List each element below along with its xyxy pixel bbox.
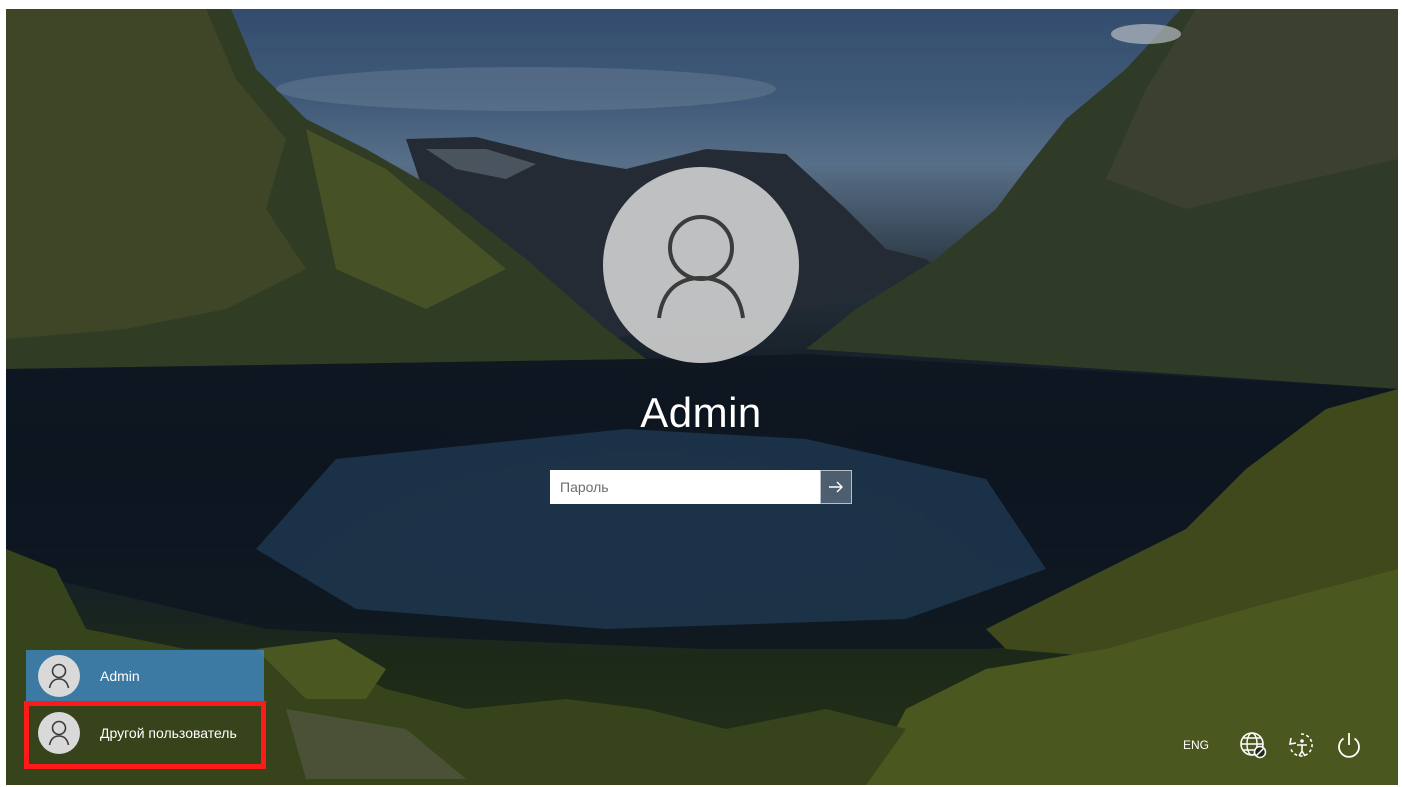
network-button[interactable]	[1233, 727, 1273, 763]
user-avatar	[38, 655, 80, 697]
power-button[interactable]	[1329, 727, 1369, 763]
network-icon	[1240, 732, 1267, 759]
password-row	[550, 470, 852, 504]
user-tile-label: Admin	[100, 668, 140, 684]
power-icon	[1338, 733, 1360, 758]
lock-screen: Admin Admin Другой пользователь	[6, 9, 1398, 785]
user-avatar-icon	[657, 215, 745, 319]
user-tile-label: Другой пользователь	[100, 725, 237, 741]
user-avatar-icon	[48, 663, 70, 689]
accessibility-icon	[1289, 733, 1313, 757]
user-name: Admin	[640, 389, 762, 436]
user-tile-other-user[interactable]: Другой пользователь	[26, 707, 264, 759]
accessibility-button[interactable]	[1281, 727, 1321, 763]
user-avatar	[38, 712, 80, 754]
user-tile-admin[interactable]: Admin	[26, 650, 264, 702]
system-tray: ENG	[1183, 727, 1369, 763]
language-indicator[interactable]: ENG	[1183, 738, 1209, 752]
submit-button[interactable]	[820, 470, 852, 504]
arrow-right-icon	[829, 481, 843, 493]
user-avatar-icon	[48, 720, 70, 746]
user-avatar-large	[603, 167, 799, 363]
user-list: Admin Другой пользователь	[26, 650, 264, 764]
password-input[interactable]	[550, 470, 820, 504]
